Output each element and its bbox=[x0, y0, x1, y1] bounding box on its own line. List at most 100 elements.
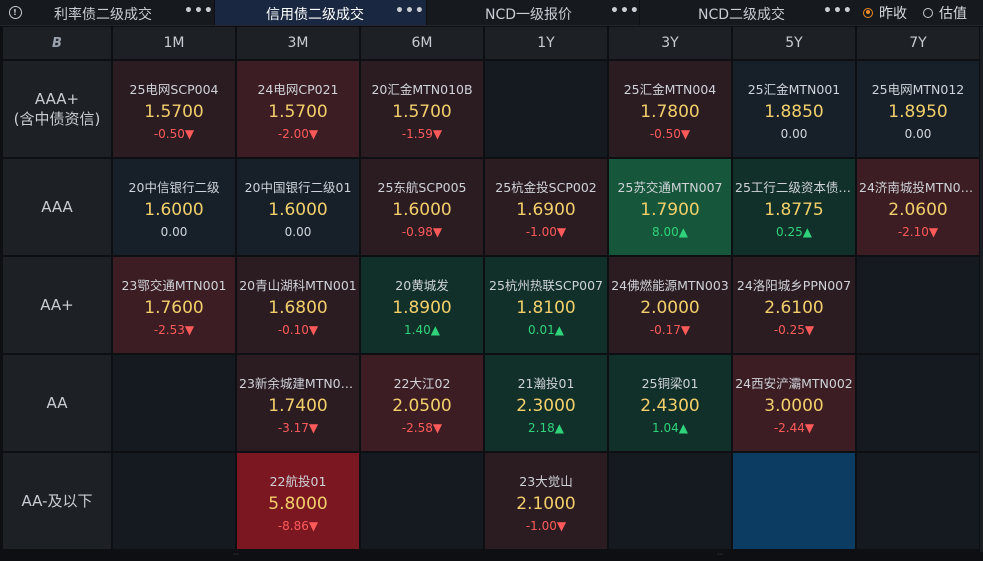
bond-yield: 1.8950 bbox=[888, 102, 948, 122]
bond-cell[interactable]: 20中信银行二级 1.6000 0.00 bbox=[113, 159, 235, 255]
bond-cell[interactable]: 25铜梁01 2.4300 1.04▲ bbox=[609, 355, 731, 451]
arrow-down-icon: ▼ bbox=[804, 323, 815, 337]
bond-change: -2.44▼ bbox=[774, 421, 814, 435]
bond-cell[interactable]: 24西安浐灞MTN002 3.0000 -2.44▼ bbox=[733, 355, 855, 451]
column-header: 1M bbox=[113, 27, 235, 59]
bond-cell[interactable]: 24洛阳城乡PPN007 2.6100 -0.25▼ bbox=[733, 257, 855, 353]
tab-ncd-secondary[interactable]: NCD二级成交 ••• bbox=[640, 0, 852, 25]
arrow-down-icon: ▼ bbox=[308, 127, 319, 141]
tab-ncd-primary-quote[interactable]: NCD一级报价 ••• bbox=[427, 0, 639, 25]
radio-valuation[interactable]: 估值 bbox=[923, 3, 967, 23]
change-value: -0.98 bbox=[401, 225, 433, 239]
bond-yield: 1.5700 bbox=[392, 102, 452, 122]
bond-name: 24佛燃能源MTN003 bbox=[611, 278, 729, 293]
bond-cell[interactable]: 25东航SCP005 1.6000 -0.98▼ bbox=[361, 159, 483, 255]
bond-cell[interactable]: 24佛燃能源MTN003 2.0000 -0.17▼ bbox=[609, 257, 731, 353]
tab-credit-bond-secondary[interactable]: 信用债二级成交 ••• bbox=[215, 0, 426, 25]
bond-cell[interactable]: 20汇金MTN010B 1.5700 -1.59▼ bbox=[361, 61, 483, 157]
tab-label: 利率债二级成交 bbox=[54, 7, 152, 23]
bond-yield: 1.5700 bbox=[268, 102, 328, 122]
column-header: 1Y bbox=[485, 27, 607, 59]
bond-cell[interactable]: 20中国银行二级01 1.6000 0.00 bbox=[237, 159, 359, 255]
radio-label: 估值 bbox=[939, 5, 967, 22]
bond-cell[interactable]: 25汇金MTN004 1.7800 -0.50▼ bbox=[609, 61, 731, 157]
bond-cell[interactable]: 20黄城发 1.8900 1.40▲ bbox=[361, 257, 483, 353]
bond-yield: 1.6800 bbox=[268, 298, 328, 318]
more-icon[interactable]: ••• bbox=[823, 3, 853, 19]
bond-cell[interactable]: 24电网CP021 1.5700 -2.00▼ bbox=[237, 61, 359, 157]
bond-cell[interactable]: 25电网SCP004 1.5700 -0.50▼ bbox=[113, 61, 235, 157]
bond-cell[interactable]: 25电网MTN012 1.8950 0.00 bbox=[857, 61, 979, 157]
change-value: 0.00 bbox=[284, 225, 312, 239]
bond-cell[interactable]: 22航投01 5.8000 -8.86▼ bbox=[237, 453, 359, 549]
price-basis-radio-group: 昨收 估值 bbox=[863, 0, 983, 25]
row-header-label: AAA bbox=[41, 198, 73, 216]
bond-yield: 1.8100 bbox=[516, 298, 576, 318]
bond-cell[interactable]: 21瀚投01 2.3000 2.18▲ bbox=[485, 355, 607, 451]
column-header: 5Y bbox=[733, 27, 855, 59]
row-header-label: AA bbox=[46, 394, 68, 412]
bond-cell[interactable]: 24济南城投MTN00... 2.0600 -2.10▼ bbox=[857, 159, 979, 255]
bond-change: -2.58▼ bbox=[402, 421, 442, 435]
change-value: 0.00 bbox=[160, 225, 188, 239]
bond-cell[interactable]: 22大江02 2.0500 -2.58▼ bbox=[361, 355, 483, 451]
empty-cell bbox=[609, 453, 731, 549]
bond-yield: 1.6000 bbox=[144, 200, 204, 220]
column-header: 6M bbox=[361, 27, 483, 59]
change-value: -0.50 bbox=[153, 127, 185, 141]
bond-cell[interactable]: 25苏交通MTN007 1.7900 8.00▲ bbox=[609, 159, 731, 255]
change-value: 0.00 bbox=[780, 127, 808, 141]
row-header-sublabel: (含中债资信) bbox=[13, 110, 101, 128]
bond-cell[interactable]: 25杭金投SCP002 1.6900 -1.00▼ bbox=[485, 159, 607, 255]
radio-checked-icon bbox=[863, 7, 873, 18]
change-value: -2.58 bbox=[401, 421, 433, 435]
bond-change: -2.53▼ bbox=[154, 323, 194, 337]
bond-yield: 1.7900 bbox=[640, 200, 700, 220]
bond-name: 20黄城发 bbox=[395, 278, 449, 293]
bond-name: 20汇金MTN010B bbox=[371, 82, 473, 97]
bond-yield: 2.3000 bbox=[516, 396, 576, 416]
change-value: -2.44 bbox=[773, 421, 805, 435]
bond-cell[interactable]: 25汇金MTN001 1.8850 0.00 bbox=[733, 61, 855, 157]
more-icon[interactable]: ••• bbox=[610, 3, 640, 19]
more-icon[interactable]: ••• bbox=[184, 3, 214, 19]
bond-cell[interactable]: 23鄂交通MTN001 1.7600 -2.53▼ bbox=[113, 257, 235, 353]
bond-name: 20青山湖科MTN001 bbox=[239, 278, 357, 293]
bond-cell[interactable]: 25杭州热联SCP007 1.8100 0.01▲ bbox=[485, 257, 607, 353]
radio-label: 昨收 bbox=[879, 5, 907, 22]
change-value: 0.00 bbox=[904, 127, 932, 141]
change-value: 1.40 bbox=[404, 323, 431, 337]
bond-name: 25苏交通MTN007 bbox=[617, 180, 723, 195]
bond-change: 0.00 bbox=[161, 225, 188, 239]
radio-prev-close[interactable]: 昨收 bbox=[863, 3, 907, 23]
arrow-down-icon: ▼ bbox=[804, 421, 815, 435]
bond-name: 25杭金投SCP002 bbox=[495, 180, 597, 195]
bond-name: 20中国银行二级01 bbox=[244, 180, 352, 195]
bond-cell[interactable]: 25工行二级资本债0... 1.8775 0.25▲ bbox=[733, 159, 855, 255]
bond-cell[interactable]: 23大觉山 2.1000 -1.00▼ bbox=[485, 453, 607, 549]
empty-cell bbox=[485, 61, 607, 157]
empty-cell bbox=[857, 355, 979, 451]
bond-name: 25电网MTN012 bbox=[871, 82, 965, 97]
bond-yield: 2.6100 bbox=[764, 298, 824, 318]
bond-yield: 1.6000 bbox=[392, 200, 452, 220]
more-icon[interactable]: ••• bbox=[395, 3, 425, 19]
bond-name: 21瀚投01 bbox=[517, 376, 575, 391]
tab-rate-bond-secondary[interactable]: 利率债二级成交 ••• bbox=[30, 0, 214, 25]
bond-change: 0.00 bbox=[285, 225, 312, 239]
bond-change: -2.00▼ bbox=[278, 127, 318, 141]
arrow-down-icon: ▼ bbox=[432, 421, 443, 435]
bond-cell[interactable]: 20青山湖科MTN001 1.6800 -0.10▼ bbox=[237, 257, 359, 353]
resize-handle-icon[interactable]: ⋯ bbox=[233, 552, 243, 558]
arrow-down-icon: ▼ bbox=[184, 127, 195, 141]
bond-cell[interactable]: 23新余城建MTN002A 1.7400 -3.17▼ bbox=[237, 355, 359, 451]
bond-yield: 2.0000 bbox=[640, 298, 700, 318]
bond-change: -1.00▼ bbox=[526, 225, 566, 239]
bond-change: 0.00 bbox=[781, 127, 808, 141]
info-button[interactable]: ! bbox=[0, 0, 30, 25]
resize-handle-icon[interactable]: ⋯ bbox=[717, 552, 727, 558]
arrow-up-icon: ▲ bbox=[802, 225, 812, 239]
change-value: -1.00 bbox=[525, 519, 557, 533]
empty-cell bbox=[113, 453, 235, 549]
arrow-up-icon: ▲ bbox=[678, 421, 688, 435]
